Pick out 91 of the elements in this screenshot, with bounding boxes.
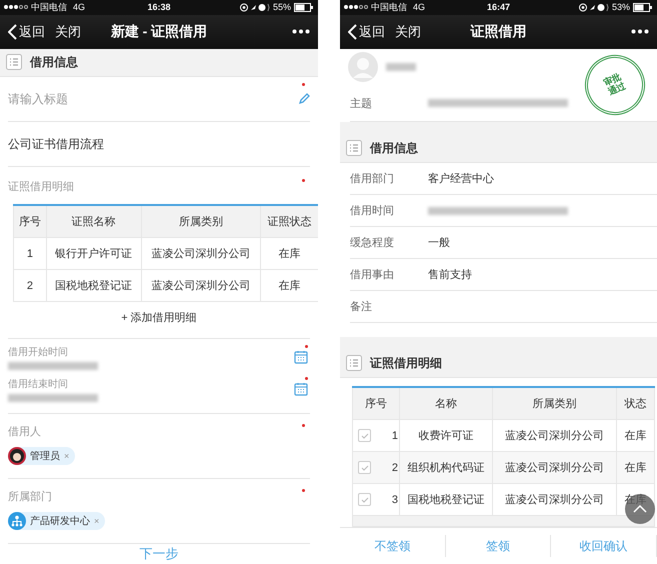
table-cell: 2 [376, 452, 400, 484]
field-label: 所属部门 [8, 490, 52, 504]
nav-title: 证照借用 [470, 22, 526, 41]
battery-icon [633, 2, 653, 12]
table-cell: 1 [376, 420, 400, 452]
time-text: 16:47 [486, 2, 510, 12]
table-cell: 组织机构代码证 [400, 452, 493, 484]
field-label: 缓急程度 [350, 236, 395, 250]
field-label: 借用人 [8, 425, 41, 439]
close-button[interactable]: 关闭 [55, 22, 81, 41]
table-cell: 在库 [260, 270, 318, 302]
column-header: 所属类别 [492, 387, 616, 420]
avatar-icon [8, 447, 26, 465]
section-title: 借用信息 [30, 54, 78, 71]
date-label: 借用开始时间 [8, 346, 69, 359]
table-cell: 蓝凌公司深圳分公司 [492, 452, 616, 484]
carrier-text: 中国电信 [371, 0, 407, 14]
field-label: 借用部门 [350, 172, 395, 186]
status-icons [578, 2, 609, 12]
date-label: 借用结束时间 [8, 378, 69, 391]
column-header: 序号 [14, 205, 46, 238]
back-chevron-icon [8, 24, 17, 40]
field-label: 备注 [350, 300, 373, 314]
flow-value: 公司证书借用流程 [8, 136, 104, 152]
checkbox[interactable] [358, 429, 371, 442]
nav-title: 新建 - 证照借用 [110, 22, 208, 41]
field-value: 售前支持 [428, 268, 472, 282]
checkbox[interactable] [358, 461, 371, 474]
field-label: 证照借用明细 [8, 180, 74, 194]
signal-icon [344, 5, 368, 10]
column-header: 证照状态 [260, 205, 318, 238]
check-icon [360, 464, 368, 470]
check-icon [360, 432, 368, 438]
column-header: 证照名称 [46, 205, 142, 238]
column-header: 状态 [616, 387, 654, 420]
checkbox[interactable] [358, 493, 371, 506]
signal-icon [4, 5, 28, 10]
carrier-text: 中国电信 [31, 0, 67, 14]
more-icon[interactable] [292, 29, 310, 34]
more-icon[interactable] [631, 29, 649, 34]
back-chevron-icon [348, 24, 357, 40]
table-cell: 国税地税登记证 [46, 270, 142, 302]
pencil-icon[interactable] [298, 93, 310, 105]
table-cell: 国税地税登记证 [400, 484, 493, 516]
table-cell: 1 [14, 238, 46, 270]
table-cell: 在库 [616, 420, 654, 452]
field-value: 一般 [428, 236, 450, 250]
chip-label: 管理员 [30, 450, 60, 463]
section-title: 借用信息 [370, 140, 418, 156]
table-cell: 收费许可证 [400, 420, 493, 452]
field-label: 主题 [350, 96, 373, 110]
field-label: 借用时间 [350, 204, 395, 218]
status-icons [240, 2, 270, 12]
table-cell: 在库 [260, 238, 318, 270]
chip-label: 产品研发中心 [30, 514, 90, 528]
selected-chip[interactable]: 产品研发中心 × [8, 512, 106, 530]
battery-icon [294, 2, 314, 12]
calendar-icon[interactable] [294, 382, 308, 396]
table-cell: 蓝凌公司深圳分公司 [492, 484, 616, 516]
check-icon [360, 496, 368, 502]
column-header: 名称 [400, 387, 493, 420]
network-text: 4G [413, 2, 426, 12]
back-button[interactable]: 返回 [8, 22, 45, 41]
column-header: 序号 [352, 387, 400, 420]
column-header: 所属类别 [141, 205, 261, 238]
selected-chip[interactable]: 管理员 × [8, 447, 76, 465]
add-detail-link[interactable]: + 添加借用明细 [115, 309, 203, 326]
org-chart-icon [8, 512, 26, 530]
blurred-text [386, 63, 416, 71]
table-cell: 在库 [616, 452, 654, 484]
calendar-icon[interactable] [294, 350, 308, 364]
network-text: 4G [73, 2, 86, 12]
field-label: 借用事由 [350, 268, 395, 282]
list-icon [346, 140, 362, 156]
field-value: 客户经营中心 [428, 172, 494, 186]
table-cell: 蓝凌公司深圳分公司 [141, 238, 261, 270]
table-cell: 银行开户许可证 [46, 238, 142, 270]
table-cell: 蓝凌公司深圳分公司 [492, 420, 616, 452]
avatar-icon [348, 52, 378, 82]
scroll-to-top-icon[interactable] [625, 494, 655, 524]
time-text: 16:38 [147, 2, 171, 12]
close-button[interactable]: 关闭 [395, 22, 421, 41]
back-button[interactable]: 返回 [348, 22, 385, 41]
section-title: 证照借用明细 [370, 354, 442, 372]
battery-text: 53% [612, 2, 630, 12]
table-cell: 蓝凌公司深圳分公司 [141, 270, 261, 302]
list-icon [346, 355, 362, 371]
battery-text: 55% [272, 2, 291, 12]
list-icon [6, 54, 22, 70]
table-cell: 3 [376, 484, 400, 516]
table-cell: 2 [14, 270, 46, 302]
